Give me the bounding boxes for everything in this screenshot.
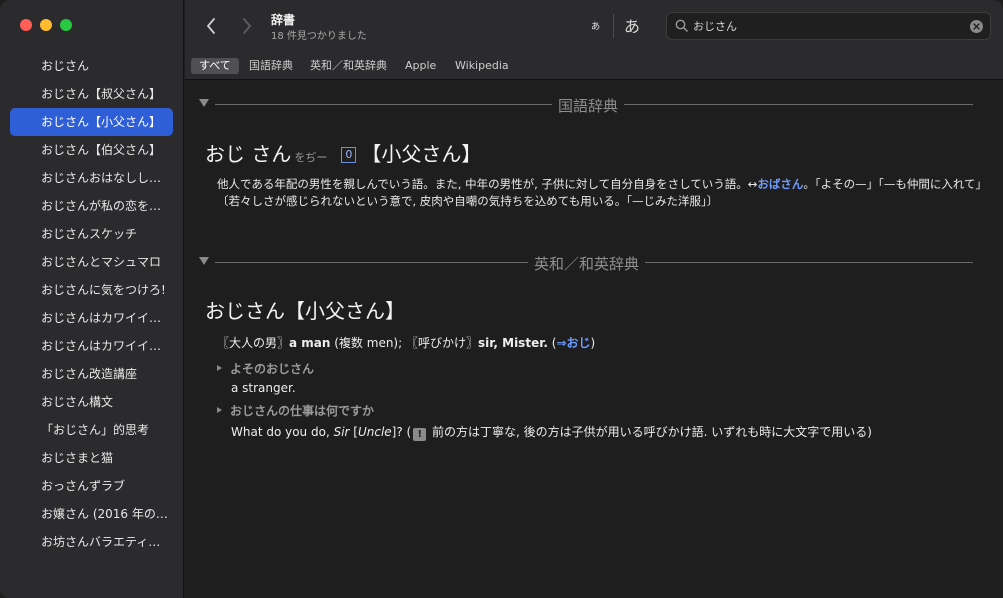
result-item[interactable]: お坊さんバラエティ… <box>10 528 173 556</box>
result-count: 18 件見つかりました <box>271 31 367 42</box>
section-header-eiwa[interactable]: 英和／和英辞典 <box>199 252 973 274</box>
cross-reference-link[interactable]: ⇒おじ <box>556 336 590 350</box>
phrase-text: おじさんの仕事は何ですか <box>230 404 375 418</box>
translation-part: What do you do, <box>231 425 334 439</box>
definition-part: 他人である年配の男性を親しんでいう語。また, 中年の男性が, 子供に対して自分自… <box>217 177 758 191</box>
definition-text: 他人である年配の男性を親しんでいう語。また, 中年の男性が, 子供に対して自分自… <box>217 176 997 210</box>
disclosure-triangle-icon <box>217 365 222 371</box>
definition-content: 国語辞典 おじ さん をぢー 0 【小父さん】 他人である年配の男性を親しんでいう語。… <box>185 81 1003 598</box>
search-field[interactable] <box>666 12 991 40</box>
phrase-text: よそのおじさん <box>230 362 315 376</box>
headword-kanji: 【小父さん】 <box>361 142 482 166</box>
example-phrase[interactable]: おじさんの仕事は何ですか <box>217 402 374 419</box>
translation-italic: Sir <box>333 425 350 439</box>
chevron-left-icon <box>207 18 215 34</box>
tab-all[interactable]: すべて <box>191 58 239 74</box>
sidebar: おじさん おじさん【叔父さん】 おじさん【小父さん】 おじさん【伯父さん】 おじ… <box>0 0 184 598</box>
result-item[interactable]: おじさんはカワイイ… <box>10 332 173 360</box>
result-item[interactable]: おじさん構文 <box>10 388 173 416</box>
result-item[interactable]: おじさんに気をつけろ! <box>10 276 173 304</box>
decrease-font-button[interactable]: ぁ <box>590 17 601 33</box>
result-item[interactable]: おじさん <box>10 52 173 80</box>
result-item[interactable]: おじさん【伯父さん】 <box>10 136 173 164</box>
headword: おじ さん をぢー 0 【小父さん】 <box>205 138 481 167</box>
example-phrase[interactable]: よそのおじさん <box>217 360 314 377</box>
toolbar-divider <box>613 14 614 38</box>
tab-eiwa-waei[interactable]: 英和／和英辞典 <box>306 58 391 74</box>
headword-text: おじ さん <box>205 142 292 166</box>
forward-button[interactable] <box>235 14 259 38</box>
note-icon: ! <box>413 428 427 441</box>
close-icon <box>973 23 980 30</box>
back-button[interactable] <box>199 14 223 38</box>
translation-italic: Uncle <box>357 425 392 439</box>
antonym-link[interactable]: おばさん <box>757 177 803 191</box>
increase-font-button[interactable]: あ <box>624 13 640 37</box>
clear-search-button[interactable] <box>970 20 983 33</box>
result-item[interactable]: おじさん【叔父さん】 <box>10 80 173 108</box>
window-title: 辞書 <box>271 13 296 27</box>
tab-wikipedia[interactable]: Wikipedia <box>451 58 513 74</box>
translation: sir, Mister. <box>477 336 548 350</box>
headword: おじさん【小父さん】 <box>205 299 405 323</box>
sense-line: 〖大人の男〗a man (複数 men); 〖呼びかけ〗sir, Mister.… <box>217 334 595 351</box>
section-title: 英和／和英辞典 <box>528 253 646 274</box>
section-title: 国語辞典 <box>552 95 625 116</box>
example-translation: a stranger. <box>231 381 296 395</box>
result-item[interactable]: おっさんずラブ <box>10 472 173 500</box>
historical-reading: をぢー <box>294 151 328 164</box>
usage-note: 前の方は丁寧な, 後の方は子供が用いる呼びかけ語. いずれも時に大文字で用いる) <box>428 425 872 439</box>
result-list: おじさん おじさん【叔父さん】 おじさん【小父さん】 おじさん【伯父さん】 おじ… <box>10 52 173 556</box>
window-controls <box>20 19 72 31</box>
result-item-selected[interactable]: おじさん【小父さん】 <box>10 108 173 136</box>
disclosure-triangle-icon <box>217 407 222 413</box>
result-item[interactable]: おじさまと猫 <box>10 444 173 472</box>
dictionary-window: おじさん おじさん【叔父さん】 おじさん【小父さん】 おじさん【伯父さん】 おじ… <box>0 0 1003 598</box>
result-item[interactable]: おじさんはカワイイ… <box>10 304 173 332</box>
result-item[interactable]: お嬢さん (2016 年の… <box>10 500 173 528</box>
close-window-button[interactable] <box>20 19 32 31</box>
translation: a man <box>289 336 331 350</box>
plural-note: (複数 men); <box>330 336 406 350</box>
translation-part: [ <box>349 425 358 439</box>
minimize-window-button[interactable] <box>40 19 52 31</box>
result-item[interactable]: おじさんとマシュマロ <box>10 248 173 276</box>
search-icon <box>675 19 688 32</box>
disclosure-triangle-icon[interactable] <box>199 99 209 107</box>
result-item[interactable]: 「おじさん」的思考 <box>10 416 173 444</box>
sense-label: 〖大人の男〗 <box>217 336 290 350</box>
tab-apple[interactable]: Apple <box>401 58 440 74</box>
accent-badge: 0 <box>341 147 357 163</box>
chevron-right-icon <box>243 18 251 34</box>
disclosure-triangle-icon[interactable] <box>199 257 209 265</box>
result-item[interactable]: おじさんが私の恋を… <box>10 192 173 220</box>
example-translation: What do you do, Sir [Uncle]? (! 前の方は丁寧な,… <box>231 423 872 441</box>
result-item[interactable]: おじさんスケッチ <box>10 220 173 248</box>
section-header-kokugo[interactable]: 国語辞典 <box>199 94 973 116</box>
tab-kokugo[interactable]: 国語辞典 <box>245 58 297 74</box>
result-item[interactable]: おじさん改造講座 <box>10 360 173 388</box>
toolbar: 辞書 18 件見つかりました ぁ あ <box>185 0 1003 52</box>
zoom-window-button[interactable] <box>60 19 72 31</box>
source-tabs: すべて 国語辞典 英和／和英辞典 Apple Wikipedia <box>185 52 1003 80</box>
sense-label: 〖呼びかけ〗 <box>405 336 478 350</box>
search-input[interactable] <box>693 13 963 39</box>
paren: ) <box>590 336 596 350</box>
main-pane: 辞書 18 件見つかりました ぁ あ すべて 国語辞典 英和／和英辞典 Appl… <box>185 0 1003 598</box>
result-item[interactable]: おじさんおはなしし… <box>10 164 173 192</box>
translation-part: ]? ( <box>391 425 412 439</box>
